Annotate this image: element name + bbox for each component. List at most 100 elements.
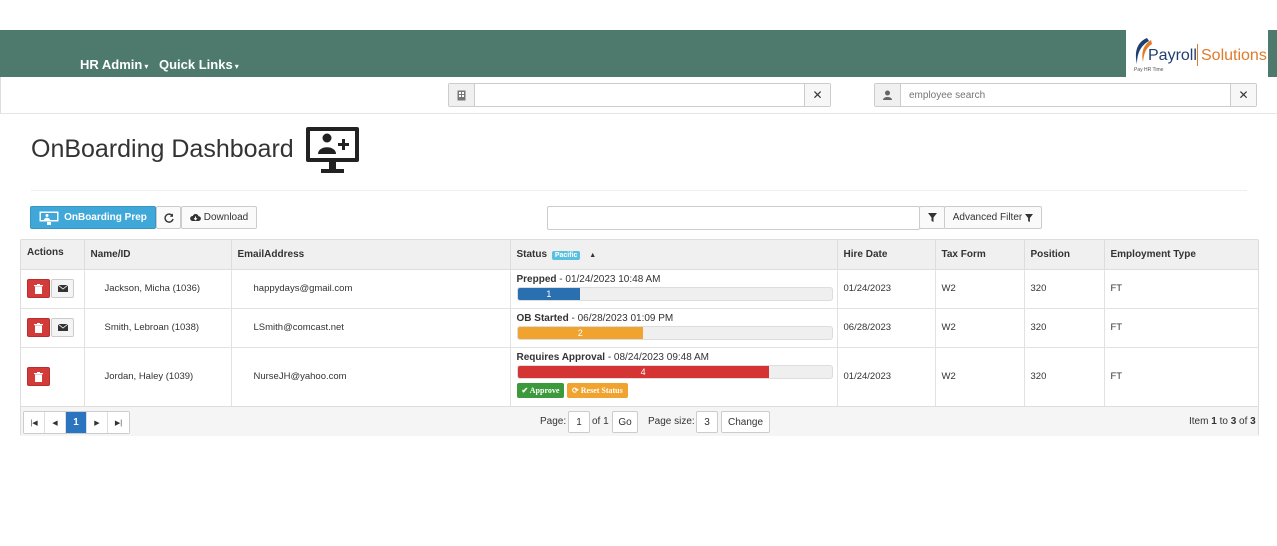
- column-header-position[interactable]: Position: [1024, 240, 1105, 270]
- nav-hr-admin[interactable]: HR Admin ▾: [80, 57, 148, 72]
- pager-buttons: |◀ ◀ 1 ▶ ▶|: [23, 411, 130, 434]
- column-header-hire-date[interactable]: Hire Date: [837, 240, 936, 270]
- employment-type-cell: FT: [1104, 269, 1258, 309]
- page-1-button[interactable]: 1: [66, 412, 87, 433]
- name-cell: Jordan, Haley (1039): [84, 347, 232, 407]
- refresh-button[interactable]: [156, 206, 181, 229]
- first-page-icon: |◀: [30, 419, 38, 427]
- actions-cell: [21, 308, 85, 348]
- table-header-row: Actions Name/ID EmailAddress Status Paci…: [21, 240, 1258, 270]
- company-logo[interactable]: Payroll Solutions Pay HR Time: [1126, 30, 1268, 77]
- status-progress-bar: 1: [516, 286, 833, 301]
- download-button[interactable]: Download: [181, 206, 257, 229]
- status-date: - 08/24/2023 09:48 AM: [605, 351, 710, 363]
- column-header-tax-form[interactable]: Tax Form: [935, 240, 1025, 270]
- onboarding-prep-button[interactable]: OnBoarding Prep: [30, 206, 156, 229]
- actions-cell: [21, 269, 85, 309]
- envelope-icon: [57, 285, 68, 292]
- page-size-input[interactable]: 3: [696, 411, 718, 433]
- page-title: OnBoarding Dashboard: [31, 135, 294, 163]
- status-cell: OB Started - 06/28/2023 01:09 PM 2: [510, 308, 838, 348]
- table-row: Jordan, Haley (1039) NurseJH@yahoo.com Req…: [21, 347, 1258, 407]
- reset-status-button[interactable]: ⟳ Reset Status: [567, 382, 628, 398]
- column-header-name[interactable]: Name/ID: [84, 240, 232, 270]
- position-cell: 320: [1024, 347, 1105, 407]
- status-label: Requires Approval: [516, 351, 606, 363]
- delete-button[interactable]: [27, 318, 50, 337]
- position-cell: 320: [1024, 308, 1105, 348]
- email-button[interactable]: [51, 318, 74, 337]
- company-search-clear-button[interactable]: ✕: [804, 84, 830, 106]
- change-button[interactable]: Change: [721, 411, 770, 433]
- title-divider: [31, 190, 1247, 191]
- sort-ascending-icon: ▲: [589, 251, 597, 259]
- actions-cell: [21, 347, 85, 407]
- last-page-button[interactable]: ▶|: [108, 412, 129, 433]
- monitor-add-user-icon: [306, 127, 359, 173]
- position-cell: 320: [1024, 269, 1105, 309]
- page-number-input[interactable]: 1: [568, 411, 590, 433]
- filter-icon: [927, 213, 937, 222]
- user-icon: [875, 84, 901, 106]
- approve-button[interactable]: ✔ Approve: [516, 382, 565, 398]
- nav-hr-admin-label: HR Admin: [80, 57, 143, 72]
- delete-button[interactable]: [27, 367, 50, 386]
- navbar: HR Admin ▾ Quick Links ▾: [0, 30, 1277, 77]
- logo-word-payroll: Payroll: [1148, 47, 1197, 64]
- filter-icon: [1025, 213, 1034, 222]
- page-label: Page:: [540, 416, 567, 427]
- trash-icon: [34, 283, 43, 294]
- name-cell: Jackson, Micha (1036): [84, 269, 232, 309]
- status-progress-bar: 2: [516, 325, 833, 340]
- filter-button[interactable]: [919, 206, 945, 229]
- status-cell: Prepped - 01/24/2023 10:48 AM 1: [510, 269, 838, 309]
- column-header-email[interactable]: EmailAddress: [231, 240, 511, 270]
- logo-word-solutions: Solutions: [1201, 47, 1267, 64]
- item-count: Item 1 to 3 of 3: [1189, 416, 1256, 427]
- email-cell: LSmith@comcast.net: [231, 308, 511, 348]
- status-date: - 01/24/2023 10:48 AM: [556, 273, 661, 285]
- column-header-status[interactable]: Status Pacific ▲: [510, 240, 838, 270]
- employee-search-clear-button[interactable]: ✕: [1230, 84, 1256, 106]
- next-page-button[interactable]: ▶: [87, 412, 108, 433]
- status-progress-bar: 4: [516, 364, 833, 379]
- pager-bar: |◀ ◀ 1 ▶ ▶| Page: 1 of 1 Go Page size: 3…: [21, 406, 1258, 436]
- hire-date-cell: 01/24/2023: [837, 347, 936, 407]
- page-size-label: Page size:: [648, 416, 695, 427]
- close-icon: ✕: [1238, 88, 1249, 102]
- onboarding-table: Actions Name/ID EmailAddress Status Paci…: [20, 239, 1259, 436]
- prev-page-icon: ◀: [52, 419, 58, 427]
- download-label: Download: [203, 212, 249, 223]
- filter-input[interactable]: [547, 206, 920, 230]
- status-cell: Requires Approval - 08/24/2023 09:48 AM 4…: [510, 347, 838, 407]
- advanced-filter-button[interactable]: Advanced Filter: [944, 206, 1042, 229]
- employment-type-cell: FT: [1104, 347, 1258, 407]
- item-count-to-label: to: [1216, 416, 1231, 427]
- status-date: - 06/28/2023 01:09 PM: [568, 312, 674, 324]
- advanced-filter-label: Advanced Filter: [952, 212, 1023, 223]
- close-icon: ✕: [812, 88, 823, 102]
- envelope-icon: [57, 324, 68, 331]
- refresh-icon: [163, 212, 174, 223]
- go-button[interactable]: Go: [612, 411, 638, 433]
- cloud-download-icon: [189, 214, 201, 221]
- caret-down-icon: ▾: [144, 62, 149, 71]
- email-cell: NurseJH@yahoo.com: [231, 347, 511, 407]
- building-icon: [449, 84, 475, 106]
- column-header-employment-type[interactable]: Employment Type: [1104, 240, 1258, 270]
- company-search-input[interactable]: [475, 84, 804, 106]
- page-of-label: of 1: [592, 416, 609, 427]
- monitor-user-icon: [39, 211, 59, 225]
- employee-search-input[interactable]: [901, 84, 1230, 106]
- email-cell: happydays@gmail.com: [231, 269, 511, 309]
- email-button[interactable]: [51, 279, 74, 298]
- delete-button[interactable]: [27, 279, 50, 298]
- item-count-prefix: Item: [1189, 416, 1212, 427]
- nav-quick-links[interactable]: Quick Links ▾: [159, 57, 239, 72]
- first-page-button[interactable]: |◀: [24, 412, 45, 433]
- status-progress-fill: 2: [517, 326, 644, 339]
- column-header-status-label: Status: [516, 248, 548, 260]
- trash-icon: [34, 322, 43, 333]
- name-cell: Smith, Lebroan (1038): [84, 308, 232, 348]
- prev-page-button[interactable]: ◀: [45, 412, 66, 433]
